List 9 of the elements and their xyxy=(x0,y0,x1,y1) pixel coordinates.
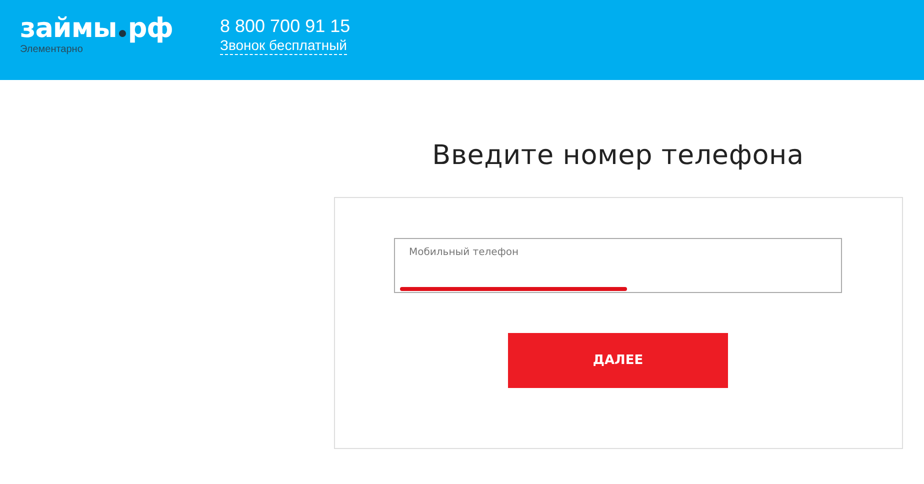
logo-text: рф xyxy=(128,14,173,44)
phone-field[interactable]: Мобильный телефон xyxy=(394,238,842,293)
page-title: Введите номер телефона xyxy=(432,140,804,171)
phone-note: Звонок бесплатный xyxy=(220,36,347,55)
dot-icon xyxy=(118,30,126,37)
phone-number[interactable]: 8 800 700 91 15 xyxy=(220,16,350,36)
tagline: Элементарно xyxy=(20,44,84,55)
next-button[interactable]: ДАЛЕЕ xyxy=(508,333,728,388)
logo-text: займы xyxy=(20,14,117,44)
